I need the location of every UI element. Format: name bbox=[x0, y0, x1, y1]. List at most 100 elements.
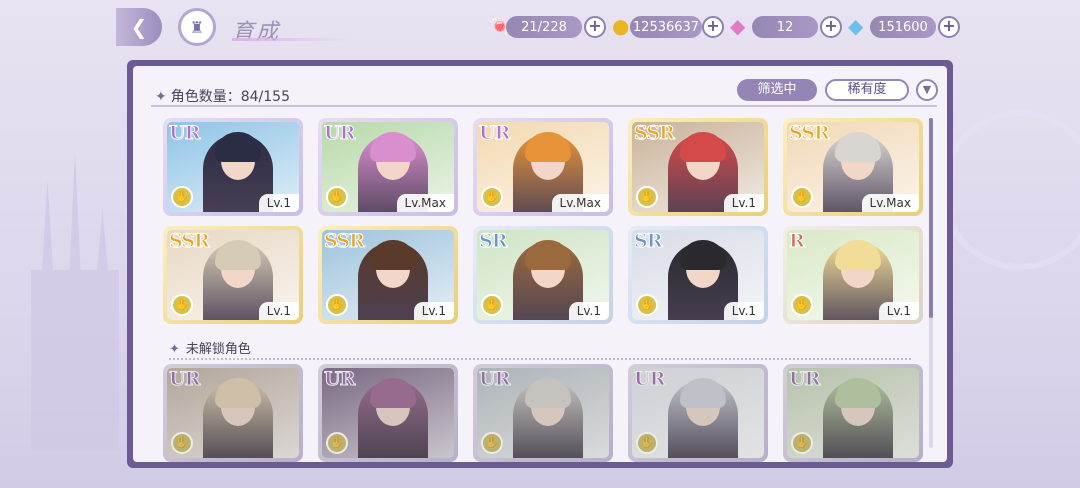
blue-diamond-icon: ◆ bbox=[848, 14, 864, 38]
attribute-icon: ✋ bbox=[171, 186, 193, 208]
rarity-badge: SR bbox=[634, 230, 663, 253]
filter-button[interactable]: 筛选中 bbox=[737, 79, 817, 101]
page-title: 育成 bbox=[232, 20, 281, 45]
character-panel-inner: ✦ 角色数量：84/155 筛选中 稀有度 ▼ UR ✋ Lv.1 UR ✋ Lv.Max U… bbox=[133, 66, 947, 462]
attribute-icon: ✋ bbox=[171, 432, 193, 454]
chevron-down-icon: ▼ bbox=[922, 83, 932, 96]
character-count: ✦ 角色数量：84/155 bbox=[155, 86, 290, 106]
attribute-icon: ✋ bbox=[636, 432, 658, 454]
pink-diamond-icon: ◆ bbox=[730, 14, 746, 38]
owned-character-card[interactable]: UR ✋ Lv.Max bbox=[473, 118, 613, 216]
character-hair bbox=[370, 240, 416, 270]
attribute-icon: ✋ bbox=[326, 294, 348, 316]
owned-character-card[interactable]: R ✋ Lv.1 bbox=[783, 226, 923, 324]
level-label: Lv.1 bbox=[878, 302, 919, 320]
rarity-badge: UR bbox=[168, 122, 200, 145]
character-hair bbox=[835, 378, 881, 408]
attribute-icon: ✋ bbox=[326, 186, 348, 208]
back-arrow-icon: ❮ bbox=[130, 15, 148, 39]
add-gold-button[interactable]: + bbox=[702, 16, 724, 38]
rarity-badge: UR bbox=[168, 368, 200, 391]
owned-character-card[interactable]: SR ✋ Lv.1 bbox=[628, 226, 768, 324]
owned-character-card[interactable]: SSR ✋ Lv.Max bbox=[783, 118, 923, 216]
level-label: Lv.Max bbox=[551, 194, 609, 212]
character-hair bbox=[525, 132, 571, 162]
add-blue-diamond-button[interactable]: + bbox=[938, 16, 960, 38]
owned-character-card[interactable]: SSR ✋ Lv.1 bbox=[628, 118, 768, 216]
character-hair bbox=[215, 240, 261, 270]
sparkle-icon: ✦ bbox=[155, 89, 167, 105]
character-hair bbox=[835, 132, 881, 162]
attribute-icon: ✋ bbox=[791, 186, 813, 208]
stamina-counter: 21/228 bbox=[506, 16, 582, 38]
rarity-badge: UR bbox=[478, 122, 510, 145]
locked-character-card[interactable]: UR ✋ bbox=[628, 364, 768, 462]
level-label: Lv.1 bbox=[723, 302, 764, 320]
scrollbar-thumb[interactable] bbox=[929, 118, 933, 318]
character-hair bbox=[370, 378, 416, 408]
level-label: Lv.1 bbox=[413, 302, 454, 320]
pink-diamond-counter: 12 bbox=[752, 16, 818, 38]
castle-silhouette bbox=[31, 150, 119, 450]
attribute-icon: ✋ bbox=[481, 186, 503, 208]
locked-section-header: ✦ 未解锁角色 bbox=[169, 338, 251, 357]
rarity-badge: SSR bbox=[789, 122, 831, 145]
owned-character-card[interactable]: SR ✋ Lv.1 bbox=[473, 226, 613, 324]
castle-icon: ♜ bbox=[189, 17, 205, 37]
character-hair bbox=[525, 378, 571, 408]
rarity-badge: UR bbox=[633, 368, 665, 391]
locked-section-label: 未解锁角色 bbox=[185, 342, 251, 357]
character-hair bbox=[215, 378, 261, 408]
add-stamina-button[interactable]: + bbox=[584, 16, 606, 38]
attribute-icon: ✋ bbox=[171, 294, 193, 316]
rarity-badge: SSR bbox=[169, 230, 211, 253]
top-bar: ❮ ♜ 育成 🍬 21/228 + ● 12536637 + ◆ 12 + ◆ … bbox=[0, 0, 1080, 58]
rarity-badge: UR bbox=[788, 368, 820, 391]
gold-coin-icon: ● bbox=[612, 14, 630, 38]
rarity-badge: SR bbox=[479, 230, 508, 253]
rarity-badge: UR bbox=[478, 368, 510, 391]
owned-character-card[interactable]: SSR ✋ Lv.1 bbox=[318, 226, 458, 324]
rarity-badge: R bbox=[789, 230, 806, 253]
attribute-icon: ✋ bbox=[636, 186, 658, 208]
character-hair bbox=[370, 132, 416, 162]
rarity-badge: SSR bbox=[634, 122, 676, 145]
sparkle-icon: ✦ bbox=[169, 342, 180, 357]
back-button[interactable]: ❮ bbox=[116, 8, 162, 46]
attribute-icon: ✋ bbox=[791, 294, 813, 316]
attribute-icon: ✋ bbox=[791, 432, 813, 454]
ferris-wheel-silhouette bbox=[940, 110, 1080, 270]
home-button[interactable]: ♜ bbox=[178, 8, 216, 46]
locked-character-card[interactable]: UR ✋ bbox=[473, 364, 613, 462]
attribute-icon: ✋ bbox=[326, 432, 348, 454]
add-pink-diamond-button[interactable]: + bbox=[820, 16, 842, 38]
character-panel: ✦ 角色数量：84/155 筛选中 稀有度 ▼ UR ✋ Lv.1 UR ✋ Lv.Max U… bbox=[127, 60, 953, 468]
sort-order-button[interactable]: ▼ bbox=[916, 79, 938, 101]
character-hair bbox=[680, 132, 726, 162]
level-label: Lv.1 bbox=[568, 302, 609, 320]
locked-character-card[interactable]: UR ✋ bbox=[318, 364, 458, 462]
locked-character-card[interactable]: UR ✋ bbox=[163, 364, 303, 462]
rarity-sort-button[interactable]: 稀有度 bbox=[825, 79, 909, 101]
level-label: Lv.Max bbox=[396, 194, 454, 212]
owned-character-card[interactable]: UR ✋ Lv.1 bbox=[163, 118, 303, 216]
attribute-icon: ✋ bbox=[481, 294, 503, 316]
attribute-icon: ✋ bbox=[636, 294, 658, 316]
locked-character-card[interactable]: UR ✋ bbox=[783, 364, 923, 462]
level-label: Lv.1 bbox=[723, 194, 764, 212]
character-hair bbox=[835, 240, 881, 270]
attribute-icon: ✋ bbox=[481, 432, 503, 454]
title-underline bbox=[232, 38, 352, 41]
owned-character-card[interactable]: UR ✋ Lv.Max bbox=[318, 118, 458, 216]
rarity-badge: SSR bbox=[324, 230, 366, 253]
character-hair bbox=[680, 378, 726, 408]
character-hair bbox=[525, 240, 571, 270]
rarity-badge: UR bbox=[323, 368, 355, 391]
header-divider bbox=[151, 105, 937, 107]
locked-section-divider bbox=[169, 358, 911, 360]
owned-character-card[interactable]: SSR ✋ Lv.1 bbox=[163, 226, 303, 324]
level-label: Lv.Max bbox=[861, 194, 919, 212]
blue-diamond-counter: 151600 bbox=[870, 16, 936, 38]
level-label: Lv.1 bbox=[258, 302, 299, 320]
level-label: Lv.1 bbox=[258, 194, 299, 212]
